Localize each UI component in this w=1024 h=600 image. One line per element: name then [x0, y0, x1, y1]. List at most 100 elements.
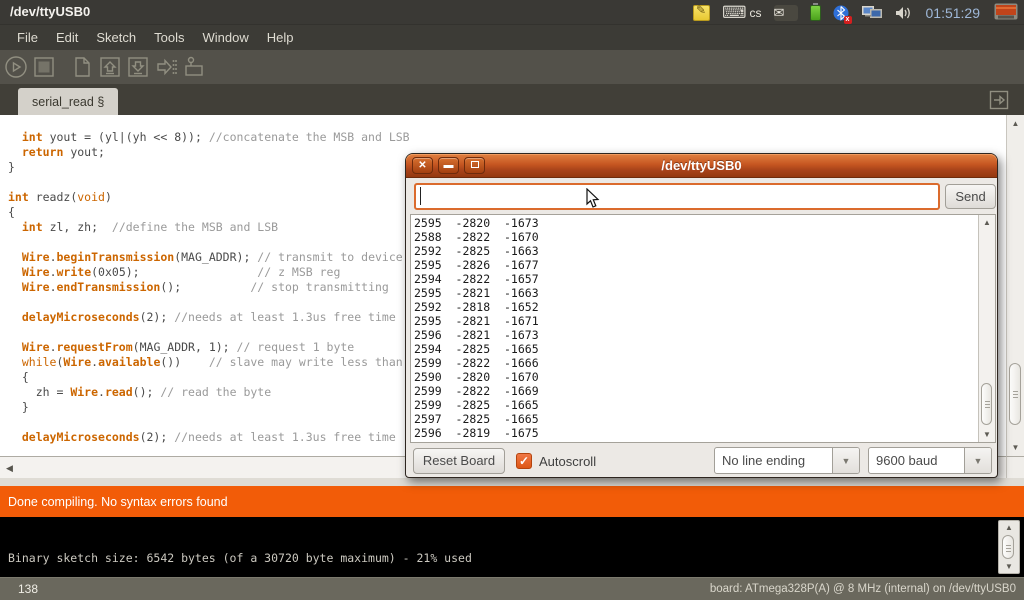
compile-status-message: Done compiling. No syntax errors found [8, 495, 228, 509]
code-line: zh = Wire.read(); // read the byte [8, 385, 410, 400]
toolbar [0, 50, 1024, 84]
verify-button[interactable] [4, 55, 28, 79]
new-sketch-button[interactable] [70, 55, 94, 79]
code-line: { [8, 205, 410, 220]
menu-item-edit[interactable]: Edit [47, 27, 87, 48]
scroll-up-icon[interactable]: ▲ [1007, 119, 1024, 128]
panel-window-title: /dev/ttyUSB0 [10, 4, 90, 19]
bluetooth-disabled-badge: x [844, 16, 852, 24]
scroll-down-icon[interactable]: ▼ [999, 562, 1019, 571]
console-message: Binary sketch size: 6542 bytes (of a 307… [8, 551, 472, 565]
code-line [8, 325, 410, 340]
serial-output-area[interactable]: 2595 -2820 -16732588 -2822 -16702592 -28… [410, 214, 996, 443]
menu-item-window[interactable]: Window [193, 27, 257, 48]
stop-icon [32, 55, 56, 79]
serial-data-row: 2592 -2825 -1663 [414, 244, 539, 258]
menu-item-tools[interactable]: Tools [145, 27, 193, 48]
stop-button[interactable] [32, 55, 56, 79]
menu-item-sketch[interactable]: Sketch [87, 27, 145, 48]
serial-data-row: 2592 -2818 -1652 [414, 300, 539, 314]
keyboard-layout-indicator[interactable]: ⌨ cs [722, 3, 762, 23]
code-line: Wire.endTransmission(); // stop transmit… [8, 280, 410, 295]
board-info-label: board: ATmega328P(A) @ 8 MHz (internal) … [710, 583, 1016, 595]
serial-send-input[interactable] [414, 183, 940, 210]
chevron-down-icon[interactable]: ▼ [832, 448, 859, 473]
serial-monitor-controls: Reset Board ✓ Autoscroll No line ending … [406, 445, 997, 478]
bluetooth-indicator[interactable]: x [833, 4, 849, 22]
serial-data-row: 2596 -2819 -1675 [414, 426, 539, 440]
notes-icon[interactable]: ✎ [693, 5, 710, 21]
session-indicator[interactable] [994, 3, 1018, 22]
serial-monitor-button[interactable] [182, 55, 206, 79]
serial-data-row: 2588 -2822 -1670 [414, 230, 539, 244]
line-ending-dropdown[interactable]: No line ending ▼ [714, 447, 860, 474]
battery-icon[interactable] [810, 5, 821, 21]
editor-scrollbar-thumb[interactable] [1009, 363, 1021, 425]
status-footer: 138 board: ATmega328P(A) @ 8 MHz (intern… [0, 577, 1024, 600]
scroll-up-icon[interactable]: ▲ [999, 523, 1019, 532]
serial-output-rows: 2595 -2820 -16732588 -2822 -16702592 -28… [414, 216, 539, 440]
code-line [8, 175, 410, 190]
console-output: Binary sketch size: 6542 bytes (of a 307… [0, 517, 1024, 577]
scroll-left-icon[interactable]: ◀ [6, 463, 13, 474]
serial-monitor-icon [182, 55, 206, 79]
ubuntu-top-panel: /dev/ttyUSB0 ✎ ⌨ cs ✉ x [0, 0, 1024, 25]
code-line: delayMicroseconds(2); //needs at least 1… [8, 430, 410, 445]
editor-bottom-divider [0, 478, 1024, 486]
serial-data-row: 2596 -2821 -1673 [414, 328, 539, 342]
tab-arrow-icon [989, 90, 1009, 110]
menu-item-file[interactable]: File [8, 27, 47, 48]
mail-icon[interactable]: ✉ [774, 5, 798, 21]
code-line: } [8, 160, 410, 175]
tab-menu-button[interactable] [988, 89, 1010, 111]
autoscroll-label: Autoscroll [539, 454, 596, 469]
send-button[interactable]: Send [945, 184, 996, 209]
console-scrollbar-thumb[interactable] [1002, 535, 1014, 559]
keyboard-layout-label: cs [750, 6, 762, 20]
compile-status-bar: Done compiling. No syntax errors found [0, 486, 1024, 517]
serial-data-row: 2594 -2822 -1657 [414, 272, 539, 286]
code-line: Wire.beginTransmission(MAG_ADDR); // tra… [8, 250, 410, 265]
serial-monitor-titlebar[interactable]: ✕ ▬ /dev/ttyUSB0 [406, 154, 997, 178]
code-line: while(Wire.available()) // slave may wri… [8, 355, 410, 370]
serial-data-row: 2595 -2821 -1663 [414, 286, 539, 300]
code-line [8, 235, 410, 250]
scroll-up-icon[interactable]: ▲ [979, 218, 995, 227]
scroll-down-icon[interactable]: ▼ [1007, 443, 1024, 452]
baud-rate-dropdown[interactable]: 9600 baud ▼ [868, 447, 992, 474]
code-line: return yout; [8, 145, 410, 160]
tab-serial-read[interactable]: serial_read § [18, 88, 118, 115]
upload-button[interactable] [154, 55, 178, 79]
volume-indicator[interactable] [895, 5, 912, 21]
serial-data-row: 2599 -2825 -1665 [414, 398, 539, 412]
autoscroll-checkbox[interactable]: ✓ [516, 453, 532, 469]
scroll-down-icon[interactable]: ▼ [979, 430, 995, 439]
serial-data-row: 2594 -2825 -1665 [414, 342, 539, 356]
serial-data-row: 2599 -2822 -1669 [414, 384, 539, 398]
system-tray: ✎ ⌨ cs ✉ x 01:51:29 [687, 2, 1024, 23]
save-sketch-button[interactable] [126, 55, 150, 79]
code-line: int zl, zh; //define the MSB and LSB [8, 220, 410, 235]
network-indicator[interactable] [861, 4, 883, 21]
serial-output-scrollbar[interactable]: ▲ ▼ [978, 215, 995, 442]
code-line: } [8, 400, 410, 415]
reset-board-button[interactable]: Reset Board [413, 448, 505, 474]
serial-data-row: 2597 -2825 -1665 [414, 412, 539, 426]
open-up-arrow-icon [98, 55, 122, 79]
code-content: int yout = (yl|(yh << 8)); //concatenate… [8, 130, 410, 445]
serial-data-row: 2590 -2820 -1670 [414, 370, 539, 384]
chevron-down-icon[interactable]: ▼ [964, 448, 991, 473]
serial-scrollbar-thumb[interactable] [981, 383, 992, 425]
keyboard-icon: ⌨ [722, 3, 747, 23]
menu-item-help[interactable]: Help [258, 27, 303, 48]
scrollbar-corner [1006, 456, 1024, 478]
serial-data-row: 2595 -2821 -1671 [414, 314, 539, 328]
serial-monitor-title: /dev/ttyUSB0 [406, 158, 997, 173]
code-line [8, 295, 410, 310]
code-line: int yout = (yl|(yh << 8)); //concatenate… [8, 130, 410, 145]
open-sketch-button[interactable] [98, 55, 122, 79]
serial-data-row: 2599 -2822 -1666 [414, 356, 539, 370]
editor-vertical-scrollbar[interactable]: ▲ ▼ [1006, 115, 1024, 456]
panel-clock[interactable]: 01:51:29 [926, 5, 981, 21]
console-scrollbar[interactable]: ▲ ▼ [998, 520, 1020, 574]
